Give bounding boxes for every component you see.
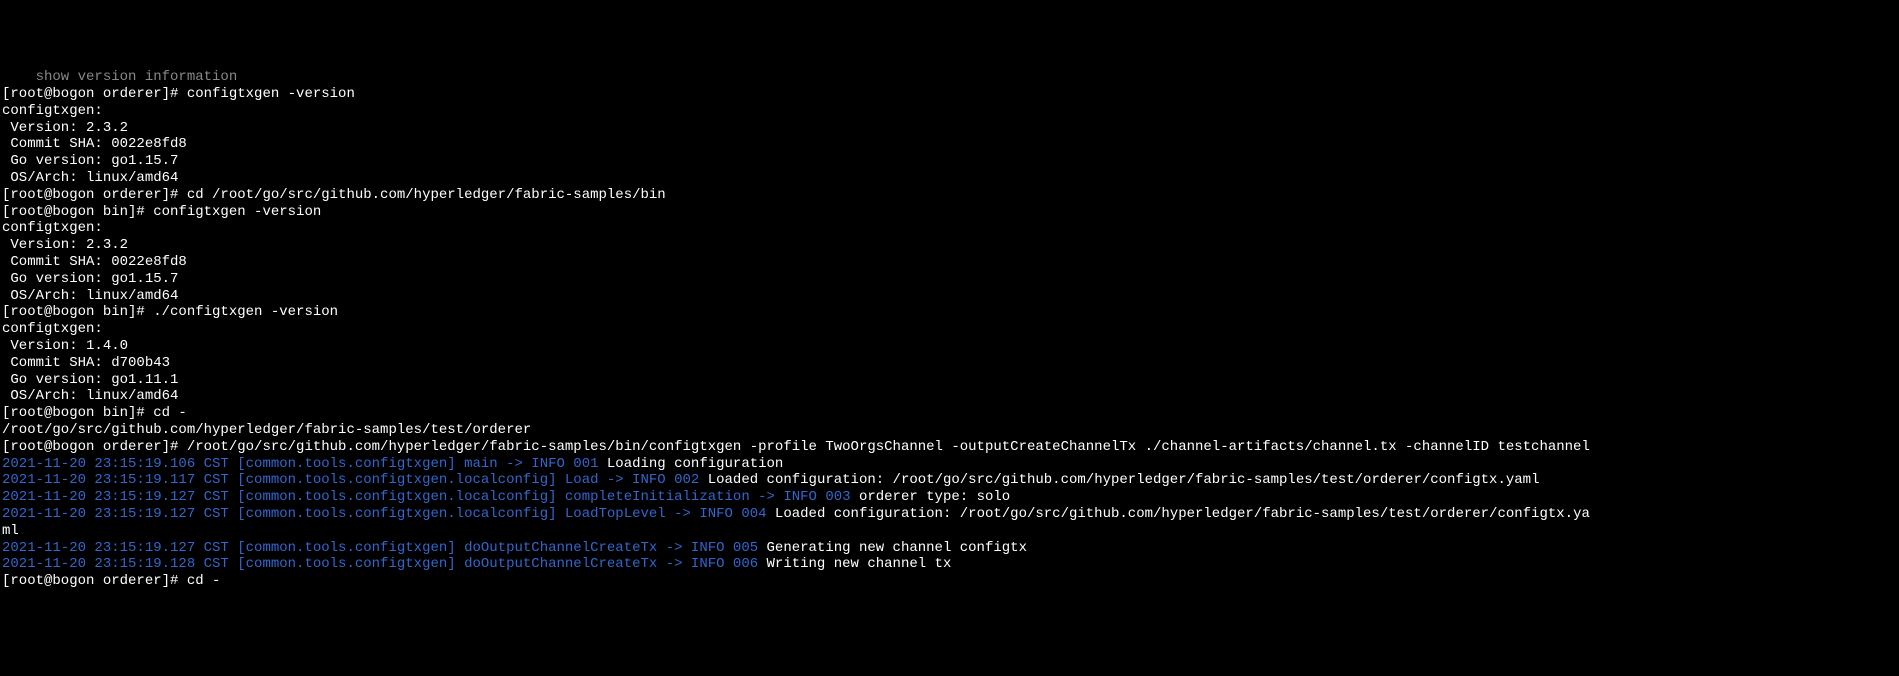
terminal-text: Loaded configuration: /root/go/src/githu… (699, 472, 1539, 488)
terminal-line: [root@bogon orderer]# cd - (2, 573, 1897, 590)
terminal-line: Commit SHA: d700b43 (2, 355, 1897, 372)
terminal-text: 2021-11-20 23:15:19.127 CST [common.tool… (2, 540, 758, 556)
terminal-line: [root@bogon bin]# cd - (2, 405, 1897, 422)
terminal-text: OS/Arch: linux/amd64 (2, 170, 178, 186)
terminal-text: Go version: go1.15.7 (2, 271, 178, 287)
terminal-text: 2021-11-20 23:15:19.127 CST [common.tool… (2, 506, 767, 522)
terminal-line: 2021-11-20 23:15:19.128 CST [common.tool… (2, 556, 1897, 573)
terminal-text: 2021-11-20 23:15:19.127 CST [common.tool… (2, 489, 851, 505)
terminal-output[interactable]: show version information[root@bogon orde… (2, 69, 1897, 590)
terminal-line: 2021-11-20 23:15:19.127 CST [common.tool… (2, 540, 1897, 557)
terminal-text: [root@bogon orderer]# /root/go/src/githu… (2, 439, 1590, 455)
terminal-text: [root@bogon bin]# configtxgen -version (2, 204, 321, 220)
terminal-line: [root@bogon orderer]# cd /root/go/src/gi… (2, 187, 1897, 204)
terminal-text: 2021-11-20 23:15:19.106 CST [common.tool… (2, 456, 599, 472)
terminal-text: Commit SHA: d700b43 (2, 355, 170, 371)
terminal-text: Go version: go1.11.1 (2, 372, 178, 388)
terminal-text: /root/go/src/github.com/hyperledger/fabr… (2, 422, 531, 438)
terminal-text: OS/Arch: linux/amd64 (2, 288, 178, 304)
terminal-text: Version: 2.3.2 (2, 120, 128, 136)
terminal-line: 2021-11-20 23:15:19.106 CST [common.tool… (2, 456, 1897, 473)
terminal-line: configtxgen: (2, 220, 1897, 237)
terminal-text: Commit SHA: 0022e8fd8 (2, 136, 187, 152)
terminal-line: Version: 2.3.2 (2, 237, 1897, 254)
terminal-text: configtxgen: (2, 321, 103, 337)
terminal-line: Version: 1.4.0 (2, 338, 1897, 355)
terminal-line: OS/Arch: linux/amd64 (2, 170, 1897, 187)
terminal-line: ml (2, 523, 1897, 540)
terminal-line: show version information (2, 69, 1897, 86)
terminal-line: 2021-11-20 23:15:19.127 CST [common.tool… (2, 506, 1897, 523)
terminal-text: ml (2, 523, 19, 539)
terminal-line: configtxgen: (2, 103, 1897, 120)
terminal-text: [root@bogon bin]# ./configtxgen -version (2, 304, 338, 320)
terminal-text: [root@bogon orderer]# cd /root/go/src/gi… (2, 187, 666, 203)
terminal-line: [root@bogon orderer]# configtxgen -versi… (2, 86, 1897, 103)
terminal-line: OS/Arch: linux/amd64 (2, 388, 1897, 405)
terminal-text: Version: 2.3.2 (2, 237, 128, 253)
terminal-text: show version information (2, 69, 237, 85)
terminal-text: [root@bogon orderer]# configtxgen -versi… (2, 86, 355, 102)
terminal-line: 2021-11-20 23:15:19.127 CST [common.tool… (2, 489, 1897, 506)
terminal-line: Commit SHA: 0022e8fd8 (2, 136, 1897, 153)
terminal-text: 2021-11-20 23:15:19.117 CST [common.tool… (2, 472, 699, 488)
terminal-text: configtxgen: (2, 220, 103, 236)
terminal-line: [root@bogon bin]# configtxgen -version (2, 204, 1897, 221)
terminal-text: Writing new channel tx (758, 556, 951, 572)
terminal-line: Go version: go1.15.7 (2, 153, 1897, 170)
terminal-line: [root@bogon orderer]# /root/go/src/githu… (2, 439, 1897, 456)
terminal-text: Loaded configuration: /root/go/src/githu… (767, 506, 1590, 522)
terminal-line: OS/Arch: linux/amd64 (2, 288, 1897, 305)
terminal-line: [root@bogon bin]# ./configtxgen -version (2, 304, 1897, 321)
terminal-text: Generating new channel configtx (758, 540, 1027, 556)
terminal-text: 2021-11-20 23:15:19.128 CST [common.tool… (2, 556, 758, 572)
terminal-line: Version: 2.3.2 (2, 120, 1897, 137)
terminal-text: Loading configuration (599, 456, 784, 472)
terminal-text: [root@bogon orderer]# cd - (2, 573, 220, 589)
terminal-line: /root/go/src/github.com/hyperledger/fabr… (2, 422, 1897, 439)
terminal-line: 2021-11-20 23:15:19.117 CST [common.tool… (2, 472, 1897, 489)
terminal-line: Go version: go1.15.7 (2, 271, 1897, 288)
terminal-text: Go version: go1.15.7 (2, 153, 178, 169)
terminal-text: Commit SHA: 0022e8fd8 (2, 254, 187, 270)
terminal-text: Version: 1.4.0 (2, 338, 128, 354)
terminal-line: configtxgen: (2, 321, 1897, 338)
terminal-line: Commit SHA: 0022e8fd8 (2, 254, 1897, 271)
terminal-text: [root@bogon bin]# cd - (2, 405, 187, 421)
terminal-text: OS/Arch: linux/amd64 (2, 388, 178, 404)
terminal-text: orderer type: solo (851, 489, 1011, 505)
terminal-line: Go version: go1.11.1 (2, 372, 1897, 389)
terminal-text: configtxgen: (2, 103, 103, 119)
